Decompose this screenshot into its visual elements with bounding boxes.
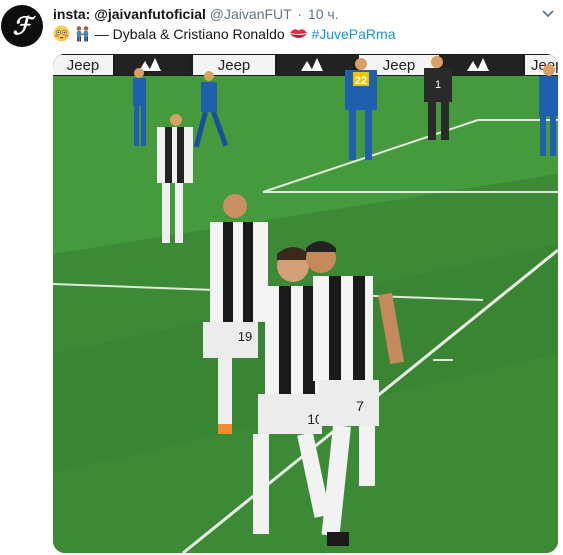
separator-dot: ·: [297, 6, 303, 22]
tweet-card: ℱ insta: @jaivanfutoficial @JaivanFUT · …: [0, 0, 563, 555]
jeep-logo: Jeep: [67, 57, 100, 74]
chevron-down-icon[interactable]: [541, 9, 555, 19]
tweet-text: — Dybala & Cristiano Ronaldo #JuvePaRma: [53, 24, 395, 44]
tweet-main-text: — Dybala & Cristiano Ronaldo: [94, 26, 285, 42]
jeep-logo: Jeep: [218, 57, 251, 74]
player-number-1: 1: [435, 79, 441, 91]
video-media[interactable]: Jeep Jeep Jeep Jeep: [53, 54, 558, 553]
author-handle[interactable]: @JaivanFUT: [210, 6, 292, 22]
hashtag-link[interactable]: #JuvePaRma: [311, 26, 395, 42]
player-number-7: 7: [356, 398, 364, 414]
avatar[interactable]: ℱ: [1, 5, 43, 47]
player-number-19: 19: [238, 329, 252, 344]
tweet-header: insta: @jaivanfutoficial @JaivanFUT · 10…: [53, 4, 339, 24]
avatar-logo: ℱ: [12, 11, 32, 40]
jeep-logo: Jeep: [383, 57, 416, 74]
timestamp[interactable]: 10 ч.: [308, 6, 339, 22]
author-name[interactable]: insta: @jaivanfutoficial: [53, 6, 206, 22]
kiss-mark-icon: [289, 29, 307, 38]
match-frame: Jeep Jeep Jeep Jeep: [53, 54, 558, 553]
men-holding-hands-icon: [76, 26, 89, 42]
flushed-face-icon: [53, 25, 70, 42]
player-number-22: 22: [355, 75, 367, 87]
